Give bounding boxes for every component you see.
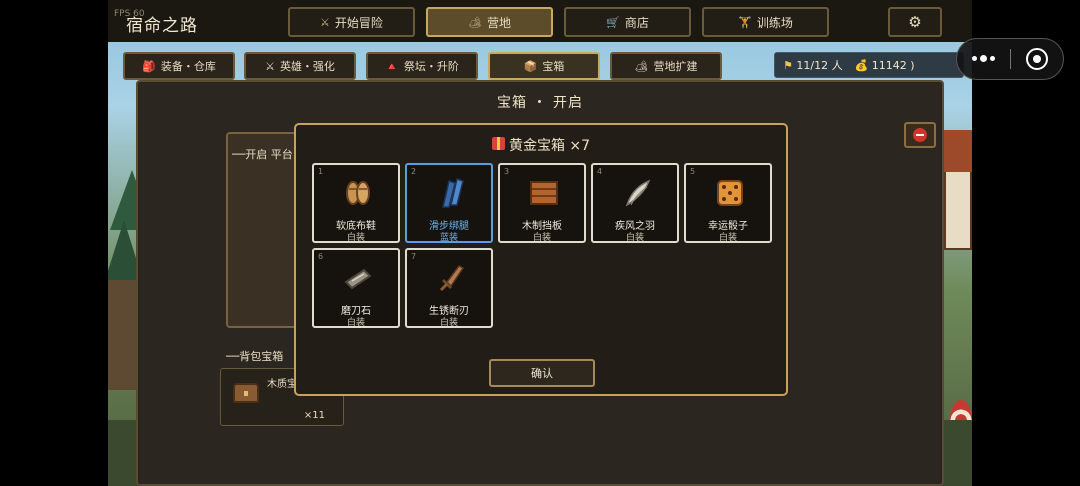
- hero-count: ⚑ 11/12 人: [783, 57, 843, 73]
- tab-equipment-storage[interactable]: 🎒 装备・仓库: [123, 52, 235, 80]
- gift-icon: [491, 137, 505, 150]
- card-rarity: 白装: [346, 233, 365, 243]
- more-icon[interactable]: [957, 55, 1010, 62]
- nav-camp-button[interactable]: 🏕 营地: [426, 7, 553, 37]
- card-rarity: 白装: [346, 318, 365, 328]
- dice-icon: [717, 180, 743, 206]
- platform-label: ──开启 平台: [232, 148, 293, 161]
- reward-card[interactable]: 7 生锈断刃 白装: [405, 248, 493, 328]
- close-button[interactable]: [904, 122, 936, 148]
- weightlifter-icon: 🏋: [738, 15, 752, 29]
- card-rarity: 白装: [439, 318, 458, 328]
- nav-label: 训练场: [756, 15, 793, 30]
- altar-icon: 🔺: [385, 59, 399, 73]
- market-stall: [108, 280, 138, 390]
- bag-item-name: 木质宝: [267, 379, 297, 390]
- card-index: 7: [411, 252, 417, 261]
- swords-icon: ⚔: [265, 59, 275, 73]
- reward-card[interactable]: 1 软底布鞋 白装: [312, 163, 400, 243]
- reward-card[interactable]: 4 疾风之羽 白装: [591, 163, 679, 243]
- resource-bar: ⚑ 11/12 人 💰 11142 ): [774, 52, 964, 78]
- reward-card[interactable]: 6 磨刀石 白装: [312, 248, 400, 328]
- nav-label: 商店: [624, 15, 649, 30]
- campfire-icon: 🏕: [634, 59, 649, 73]
- gear-icon: ⚙: [908, 13, 922, 31]
- bag-chests-label: ──背包宝箱: [226, 350, 284, 363]
- tab-hero-upgrade[interactable]: ⚔ 英雄・强化: [244, 52, 356, 80]
- tab-label: 宝箱: [542, 60, 565, 73]
- feather-icon: [625, 179, 651, 207]
- nav-training-button[interactable]: 🏋 训练场: [702, 7, 829, 37]
- card-index: 4: [597, 167, 603, 176]
- tab-chests[interactable]: 📦 宝箱: [488, 52, 600, 80]
- cart-icon: 🛒: [606, 15, 620, 29]
- bag-item-count: ×11: [303, 410, 325, 421]
- nav-shop-button[interactable]: 🛒 商店: [564, 7, 691, 37]
- tab-altar-ascend[interactable]: 🔺 祭坛・升阶: [366, 52, 478, 80]
- settings-button[interactable]: ⚙: [888, 7, 942, 37]
- card-rarity: 白装: [625, 233, 644, 243]
- game-viewport: FPS 60 宿命之路 ⚔ 开始冒险 🏕 营地 🛒 商店 🏋 训练场 ⚙ 🎒 装…: [108, 0, 972, 486]
- nav-adventure-button[interactable]: ⚔ 开始冒险: [288, 7, 415, 37]
- record-icon: [1025, 48, 1048, 70]
- top-bar: FPS 60 宿命之路 ⚔ 开始冒险 🏕 营地 🛒 商店 🏋 训练场 ⚙: [108, 0, 972, 42]
- nav-label: 开始冒险: [334, 15, 383, 30]
- chest-icon: [233, 383, 259, 403]
- reward-card[interactable]: 2 滑步绑腿 蓝装: [405, 163, 493, 243]
- whetstone-icon: [344, 268, 372, 290]
- backpack-icon: 🎒: [142, 59, 156, 73]
- swords-icon: ⚔: [320, 15, 330, 29]
- card-rarity: 白装: [532, 233, 551, 243]
- reward-modal: 黄金宝箱 ×7 1 软底布鞋 白装 2 滑步绑腿 蓝装 3 木制挡板 白装 4 …: [294, 123, 788, 396]
- card-index: 3: [504, 167, 510, 176]
- card-rarity: 白装: [718, 233, 737, 243]
- card-index: 6: [318, 252, 324, 261]
- panel-title: 宝箱 ・ 开启: [497, 95, 583, 111]
- card-index: 5: [690, 167, 696, 176]
- wooden-shield-icon: [530, 181, 558, 205]
- tab-label: 英雄・强化: [279, 60, 335, 73]
- box-icon: 📦: [523, 59, 538, 73]
- modal-title-text: 黄金宝箱 ×7: [508, 138, 591, 154]
- tab-label: 装备・仓库: [160, 60, 216, 73]
- nav-label: 营地: [486, 15, 511, 30]
- app-title: 宿命之路: [126, 16, 198, 36]
- card-rarity: 蓝装: [439, 233, 458, 243]
- hero-count-value: 11/12 人: [796, 59, 843, 72]
- close-icon: [913, 128, 927, 142]
- boots-icon: [346, 181, 370, 205]
- gold-count: 💰 11142 ): [855, 59, 915, 72]
- reward-card[interactable]: 3 木制挡板 白装: [498, 163, 586, 243]
- leg-wraps-icon: [442, 178, 464, 208]
- money-bag-icon: 💰: [854, 58, 869, 72]
- gold-value: 11142 ): [871, 58, 915, 72]
- modal-title: 黄金宝箱 ×7: [296, 135, 786, 155]
- tab-camp-expansion[interactable]: 🏕 营地扩建: [610, 52, 722, 80]
- tab-label: 营地扩建: [653, 60, 698, 73]
- exit-button[interactable]: [1010, 48, 1063, 70]
- campfire-icon: 🏕: [468, 15, 482, 29]
- broken-blade-icon: [439, 265, 465, 292]
- miniprogram-capsule: [956, 38, 1064, 80]
- card-index: 2: [411, 167, 417, 176]
- house: [944, 170, 972, 250]
- flag-icon: ⚑: [783, 59, 793, 72]
- confirm-button[interactable]: 确认: [489, 359, 595, 387]
- tab-label: 祭坛・升阶: [403, 60, 459, 73]
- card-index: 1: [318, 167, 324, 176]
- screen: FPS 60 宿命之路 ⚔ 开始冒险 🏕 营地 🛒 商店 🏋 训练场 ⚙ 🎒 装…: [0, 0, 1080, 486]
- reward-card[interactable]: 5 幸运骰子 白装: [684, 163, 772, 243]
